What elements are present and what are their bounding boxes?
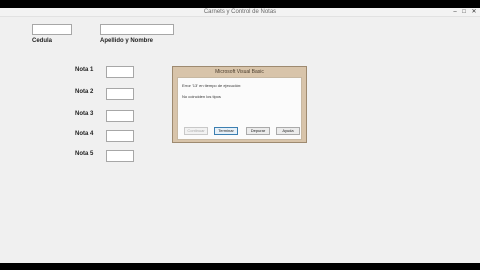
window-titlebar: Carnets y Control de Notas – □ ✕ bbox=[0, 8, 480, 17]
continue-button[interactable]: Continuar bbox=[184, 127, 208, 135]
error-message-line2: No coinciden los tipos bbox=[182, 94, 221, 99]
top-black-bar bbox=[0, 0, 480, 8]
nota-2-label: Nota 2 bbox=[75, 89, 94, 95]
bottom-black-bar bbox=[0, 263, 480, 270]
nota-4-input[interactable] bbox=[106, 130, 134, 142]
nota-2-input[interactable] bbox=[106, 88, 134, 100]
help-button[interactable]: Ayuda bbox=[276, 127, 300, 135]
error-message-line1: Error '13' en tiempo de ejecución: bbox=[182, 83, 242, 88]
error-dialog: Microsoft Visual Basic Error '13' en tie… bbox=[172, 66, 307, 143]
dialog-body: Error '13' en tiempo de ejecución: No co… bbox=[177, 77, 302, 140]
nota-3-label: Nota 3 bbox=[75, 111, 94, 117]
cedula-input[interactable] bbox=[32, 24, 72, 35]
window-title: Carnets y Control de Notas bbox=[203, 9, 277, 15]
maximize-icon[interactable]: □ bbox=[460, 8, 468, 16]
nota-5-input[interactable] bbox=[106, 150, 134, 162]
nota-3-input[interactable] bbox=[106, 110, 134, 122]
apellido-nombre-label: Apellido y Nombre bbox=[100, 38, 154, 44]
minimize-icon[interactable]: – bbox=[451, 8, 459, 16]
nota-1-input[interactable] bbox=[106, 66, 134, 78]
dialog-title: Microsoft Visual Basic bbox=[215, 69, 264, 75]
nota-4-label: Nota 4 bbox=[75, 131, 94, 137]
cedula-label: Cedula bbox=[32, 38, 53, 44]
nota-1-label: Nota 1 bbox=[75, 67, 94, 73]
end-button[interactable]: Terminar bbox=[214, 127, 238, 135]
form-window: Carnets y Control de Notas – □ ✕ Cedula … bbox=[0, 8, 480, 263]
close-icon[interactable]: ✕ bbox=[469, 8, 479, 16]
nota-5-label: Nota 5 bbox=[75, 151, 94, 157]
debug-button[interactable]: Depurar bbox=[246, 127, 270, 135]
apellido-nombre-input[interactable] bbox=[100, 24, 174, 35]
